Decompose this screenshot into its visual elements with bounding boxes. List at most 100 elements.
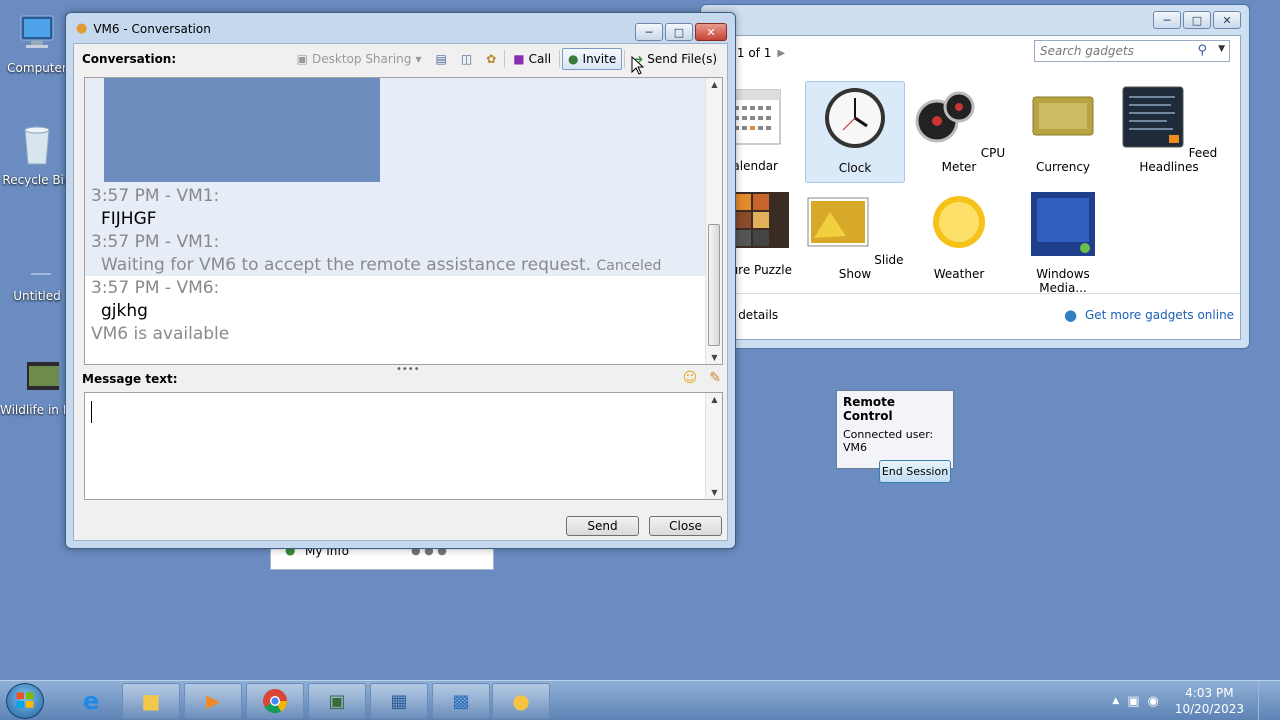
taskbar-chrome[interactable]: [246, 683, 304, 719]
gadget-label: Windows Media...: [1036, 267, 1090, 295]
weather-sun-icon: [933, 196, 985, 248]
chevron-down-icon[interactable]: ▼: [1218, 44, 1225, 54]
file-transfer-button[interactable]: ◫: [455, 48, 478, 70]
picture-puzzle-icon: [733, 192, 789, 248]
desktop-sharing-button[interactable]: ▣ Desktop Sharing ▼: [291, 48, 428, 70]
clock-date: 10/20/2023: [1174, 702, 1244, 716]
next-page-icon[interactable]: ▶: [777, 48, 785, 59]
search-placeholder: Search gadgets: [1040, 44, 1134, 58]
scroll-down-arrow[interactable]: ▼: [706, 488, 723, 497]
get-more-gadgets-link[interactable]: Get more gadgets online: [1085, 308, 1234, 322]
games-button[interactable]: ✿: [480, 48, 502, 70]
close-button[interactable]: ✕: [1213, 11, 1241, 29]
call-button[interactable]: ■ Call: [507, 48, 557, 70]
gadget-cpu-meter[interactable]: CPU Meter: [909, 85, 1009, 174]
maximize-button[interactable]: □: [665, 23, 693, 41]
taskbar-explorer[interactable]: ■: [122, 683, 180, 719]
cpu-meter-icon: [915, 91, 975, 143]
desktop-icon-untitled[interactable]: Untitled: [0, 238, 74, 303]
network-tray-icon[interactable]: ▣: [1127, 694, 1139, 709]
recycle-bin-icon: [24, 126, 50, 165]
start-button[interactable]: [6, 683, 44, 719]
gadget-footer: Show details ● Get more gadgets online: [702, 293, 1240, 339]
taskbar-ie[interactable]: e: [62, 683, 120, 719]
maximize-button[interactable]: □: [1183, 11, 1211, 29]
media-player-icon: ▶: [206, 690, 220, 712]
desktop-icon-computer[interactable]: Computer: [0, 10, 74, 75]
computer-icon: [20, 15, 54, 48]
video-camera-icon: ■: [513, 52, 525, 66]
gadget-label: Currency: [1035, 160, 1091, 174]
whiteboard-button[interactable]: ▤: [430, 48, 453, 70]
invite-users-icon: ●: [568, 52, 579, 66]
minimize-button[interactable]: ─: [1153, 11, 1181, 29]
desktop-icon-wildlife[interactable]: Wildlife in HD: [0, 352, 74, 417]
message-text: gjkhg: [101, 301, 148, 321]
show-hidden-icons[interactable]: ▲: [1112, 696, 1119, 706]
currency-icon: [1032, 96, 1094, 136]
remote-desktop-icon: ▩: [452, 690, 470, 712]
desktop-icon-label: Computer: [7, 61, 67, 75]
gadget-weather[interactable]: Weather: [909, 192, 1009, 281]
gadget-slide-show[interactable]: Slide Show: [805, 192, 905, 281]
font-icon[interactable]: ✎: [709, 370, 721, 386]
whiteboard-icon: ▤: [435, 52, 447, 66]
desktop-icon-recycle-bin[interactable]: Recycle Bin: [0, 122, 74, 187]
gadget-clock[interactable]: Clock: [805, 81, 905, 183]
mouse-cursor-icon: [631, 56, 645, 75]
monitor-icon: ▣: [328, 690, 346, 712]
taskbar-messenger[interactable]: ●: [492, 683, 550, 719]
search-gadgets-input[interactable]: Search gadgets ⚲ ▼: [1034, 40, 1230, 62]
desktop-sharing-label: Desktop Sharing: [312, 52, 412, 66]
conversation-body: Conversation: ▣ Desktop Sharing ▼ ▤ ◫ ✿ …: [73, 43, 728, 541]
send-button[interactable]: Send: [566, 516, 639, 536]
gadget-label: Slide Show: [838, 253, 904, 281]
chrome-icon: [263, 689, 287, 714]
message-text: FIJHGF: [101, 209, 157, 229]
close-dialog-button[interactable]: Close: [649, 516, 722, 536]
volume-muted-icon[interactable]: ◉: [1147, 694, 1158, 709]
history-scrollbar[interactable]: ▲ ▼: [705, 78, 722, 364]
gadget-label: CPU Meter: [941, 146, 1006, 174]
invite-button[interactable]: ● Invite: [562, 48, 623, 70]
search-icon[interactable]: ⚲: [1197, 43, 1207, 58]
scroll-thumb[interactable]: [708, 224, 720, 346]
conversation-history[interactable]: 3:57 PM - VM1: FIJHGF 3:57 PM - VM1: Wai…: [84, 77, 723, 365]
minimize-button[interactable]: ─: [635, 23, 663, 41]
network-icon: ▦: [390, 690, 408, 712]
input-scrollbar[interactable]: ▲ ▼: [705, 393, 722, 499]
message-input[interactable]: ▲ ▼: [84, 392, 723, 500]
feed-headlines-icon: [1122, 86, 1184, 148]
taskbar-monitor-app[interactable]: ▣: [308, 683, 366, 719]
show-desktop-button[interactable]: [1258, 681, 1272, 720]
close-button[interactable]: ✕: [695, 23, 727, 41]
gadget-gallery-content: Page 1 of 1 ▶ Search gadgets ⚲ ▼ Calenda…: [702, 35, 1241, 340]
end-session-button[interactable]: End Session: [879, 460, 951, 483]
gadget-windows-media[interactable]: Windows Media...: [1013, 192, 1113, 295]
scroll-up-arrow[interactable]: ▲: [706, 395, 723, 404]
slide-show-icon: [807, 197, 869, 247]
scroll-up-arrow[interactable]: ▲: [706, 80, 722, 89]
taskbar-network-app[interactable]: ▦: [370, 683, 428, 719]
windows-logo-icon: [16, 692, 34, 708]
emoticon-icon[interactable]: ☺: [683, 370, 698, 386]
send-files-label: Send File(s): [647, 52, 717, 66]
messenger-user-icon: ●: [76, 21, 88, 36]
message-text: Waiting for VM6 to accept the remote ass…: [101, 255, 661, 275]
video-file-icon: [27, 362, 73, 392]
taskbar-remote-app[interactable]: ▩: [432, 683, 490, 719]
message-text-label: Message text:: [82, 372, 178, 386]
gadget-label: Clock: [838, 161, 872, 175]
gadget-label: Feed Headlines: [1139, 146, 1218, 174]
scroll-down-arrow[interactable]: ▼: [706, 353, 722, 362]
clock-time: 4:03 PM: [1185, 686, 1234, 700]
gadget-feed-headlines[interactable]: Feed Headlines: [1117, 85, 1221, 174]
remote-control-panel: Remote Control Connected user: VM6 End S…: [836, 390, 954, 483]
clock[interactable]: 4:03 PM 10/20/2023: [1175, 685, 1244, 717]
remote-control-title: Remote Control: [843, 395, 896, 423]
clipboard-icon: ◫: [460, 52, 473, 66]
splitter-grip[interactable]: ••••: [396, 364, 420, 375]
taskbar-media-player[interactable]: ▶: [184, 683, 242, 719]
gadget-gallery-window: ─ □ ✕ Page 1 of 1 ▶ Search gadgets ⚲ ▼ C…: [700, 4, 1250, 349]
gadget-currency[interactable]: Currency: [1013, 85, 1113, 174]
